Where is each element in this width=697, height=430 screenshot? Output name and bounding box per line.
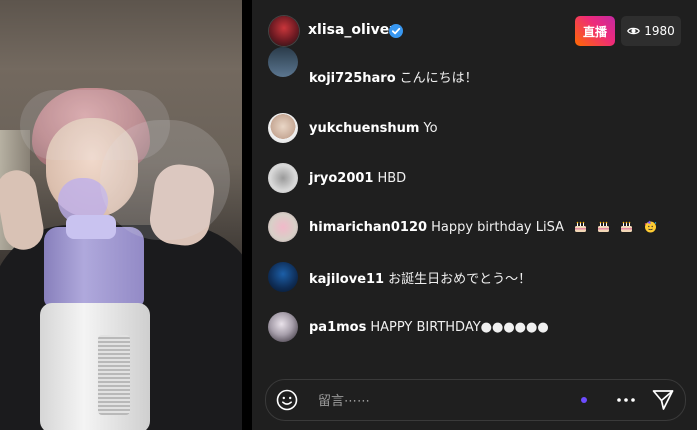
comment-text: kajilove11 お誕生日おめでとう〜！ [309, 268, 531, 287]
comment-item: jryo2001 HBD [268, 163, 406, 193]
commenter-avatar[interactable] [268, 113, 298, 143]
live-badge: 直播 [575, 16, 615, 46]
commenter-avatar[interactable] [268, 312, 298, 342]
comment-bar [265, 379, 686, 421]
live-header: xlisa_olivex 直播 1980 [252, 0, 697, 62]
comment-item: yukchuenshum Yo [268, 113, 438, 143]
commenter-username[interactable]: pa1mos [309, 320, 366, 335]
nebulizer-chamber [44, 227, 144, 307]
panel-divider [242, 0, 252, 430]
eye-icon [627, 27, 641, 35]
comment-text: himarichan0120 Happy birthday LiSA [309, 220, 657, 235]
nebulizer-grill [98, 335, 130, 415]
comment-message: こんにちは！ [399, 70, 478, 86]
host-avatar[interactable] [269, 16, 299, 46]
commenter-username[interactable]: koji725haro [309, 71, 396, 86]
comment-message: Yo [423, 120, 438, 136]
ceiling-background [0, 0, 242, 70]
comment-text: koji725haro こんにちは！ [309, 67, 478, 86]
commenter-avatar[interactable] [268, 212, 298, 242]
commenter-username[interactable]: kajilove11 [309, 272, 384, 287]
nebulizer-device [40, 215, 150, 430]
viewer-count: 1980 [644, 24, 675, 38]
comment-text: yukchuenshum Yo [309, 121, 438, 136]
live-chat-panel: xlisa_olivex 直播 1980 koji725haroこんにちは！ [252, 0, 697, 430]
cake-emoji [598, 221, 610, 232]
commenter-username[interactable]: jryo2001 [309, 171, 373, 186]
host-username[interactable]: xlisa_olivex [308, 22, 398, 38]
comment-message: HAPPY BIRTHDAY●●●●●● [370, 319, 549, 335]
nebulizer-base [40, 303, 150, 430]
steam-cloud-right [100, 120, 230, 240]
more-icon[interactable] [615, 390, 637, 410]
live-label: 直播 [582, 24, 607, 39]
comment-item: pa1mos HAPPY BIRTHDAY●●●●●● [268, 312, 549, 342]
live-video[interactable] [0, 0, 242, 430]
comment-message: お誕生日おめでとう〜！ [388, 271, 532, 287]
activity-dot [581, 397, 587, 403]
comment-list[interactable]: koji725haro こんにちは！ yukchuenshum Yo jryo200… [252, 47, 697, 362]
comment-text: pa1mos HAPPY BIRTHDAY●●●●●● [309, 320, 549, 335]
nebulizer-cap [66, 215, 116, 239]
comment-item: koji725haro こんにちは！ [268, 47, 478, 91]
comment-item: himarichan0120 Happy birthday LiSA [268, 212, 657, 242]
commenter-avatar[interactable] [268, 163, 298, 193]
party-face-emoji [644, 220, 656, 232]
commenter-avatar[interactable] [268, 262, 298, 292]
commenter-username[interactable]: himarichan0120 [309, 220, 427, 235]
verified-badge-icon [389, 24, 403, 38]
send-icon[interactable] [651, 388, 675, 412]
comment-message: HBD [377, 170, 407, 186]
comment-input[interactable] [316, 388, 550, 414]
viewer-count-badge[interactable]: 1980 [621, 16, 681, 46]
comment-item: kajilove11 お誕生日おめでとう〜！ [268, 262, 531, 292]
cake-emoji [621, 221, 633, 232]
comment-text: jryo2001 HBD [309, 171, 406, 186]
smiley-icon[interactable] [276, 389, 298, 411]
commenter-username[interactable]: yukchuenshum [309, 121, 419, 136]
commenter-avatar[interactable] [268, 47, 298, 77]
comment-message: Happy birthday LiSA [431, 219, 564, 235]
cake-emoji [575, 221, 587, 232]
